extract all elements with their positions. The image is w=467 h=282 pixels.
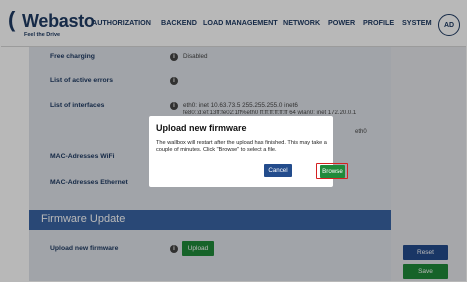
browse-button[interactable]: Browse	[320, 165, 345, 178]
cancel-button[interactable]: Cancel	[264, 164, 292, 177]
upload-firmware-dialog: Upload new firmware The wallbox will res…	[149, 116, 348, 187]
app-window: ( Webasto Feel the Drive AUTHORIZATION B…	[0, 0, 467, 282]
dialog-message: The wallbox will restart after the uploa…	[156, 140, 327, 153]
dialog-title: Upload new firmware	[156, 123, 247, 133]
